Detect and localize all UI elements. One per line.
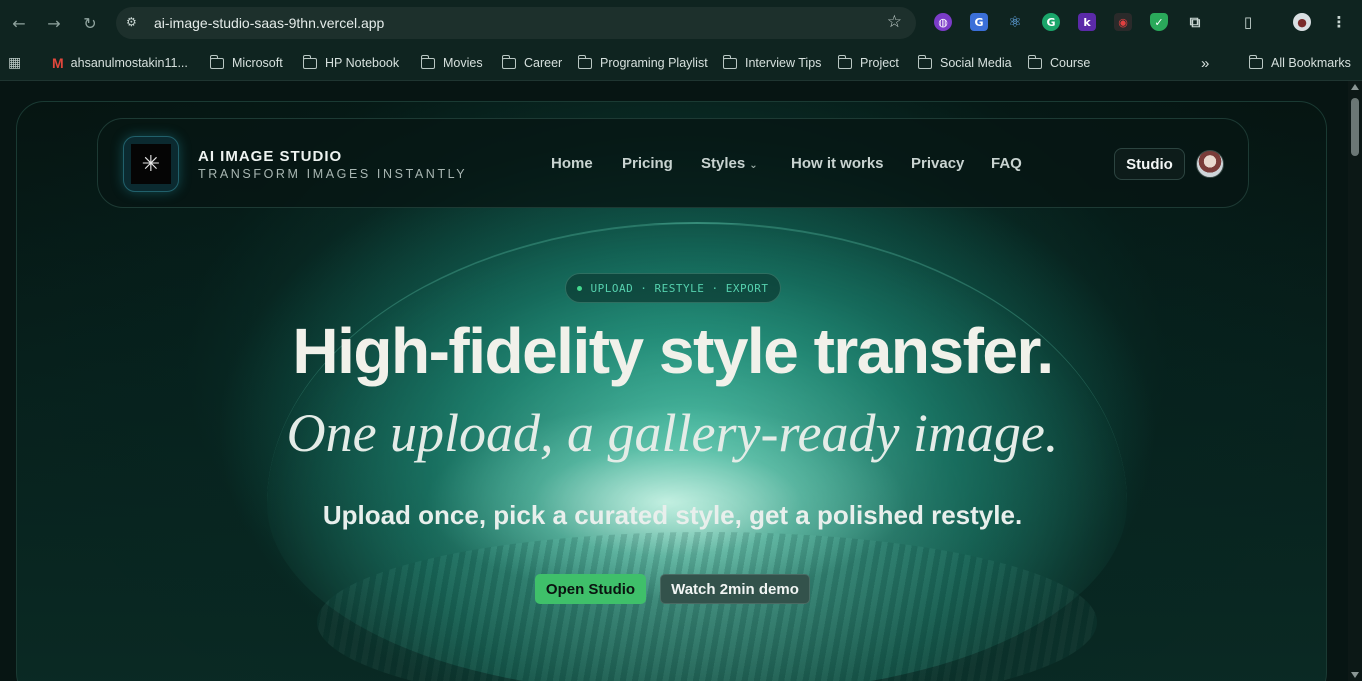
back-arrow-icon[interactable]: ← — [8, 12, 30, 34]
nav-styles-label: Styles — [701, 155, 746, 172]
nav-home[interactable]: Home — [551, 155, 593, 172]
watch-demo-button[interactable]: Watch 2min demo — [660, 574, 810, 604]
extension-k-icon[interactable]: k — [1078, 13, 1096, 31]
forward-arrow-icon[interactable]: → — [43, 12, 65, 34]
nav-faq[interactable]: FAQ — [991, 155, 1022, 172]
folder-icon — [209, 54, 224, 69]
scroll-up-arrow-icon[interactable] — [1351, 84, 1359, 90]
bookmark-course[interactable]: Course — [1027, 54, 1090, 72]
brand-logo[interactable]: ✳ — [123, 136, 179, 192]
bookmark-gmail[interactable]: M ahsanulmostakin11... — [52, 54, 188, 72]
bookmark-career[interactable]: Career — [501, 54, 562, 72]
folder-icon — [577, 54, 592, 69]
profile-avatar-icon[interactable]: ● — [1293, 13, 1311, 31]
feature-pill-text: UPLOAD · RESTYLE · EXPORT — [590, 281, 769, 295]
folder-icon — [722, 54, 737, 69]
user-avatar[interactable] — [1196, 150, 1224, 178]
extensions-puzzle-icon[interactable]: ⧉ — [1186, 13, 1204, 31]
bookmark-movies[interactable]: Movies — [420, 54, 483, 72]
page-viewport: ✳ AI IMAGE STUDIO TRANSFORM IMAGES INSTA… — [0, 81, 1362, 681]
hero-headline: High-fidelity style transfer. — [292, 315, 1054, 387]
open-studio-button[interactable]: Open Studio — [535, 574, 646, 604]
spider-icon: ✳ — [131, 144, 171, 184]
brand-title: AI IMAGE STUDIO — [198, 148, 343, 165]
apps-grid-icon[interactable]: ▦ — [8, 54, 21, 72]
hero-section: ✳ AI IMAGE STUDIO TRANSFORM IMAGES INSTA… — [16, 101, 1327, 681]
status-dot-icon — [577, 285, 583, 291]
folder-icon — [837, 54, 852, 69]
extension-shield-icon[interactable]: ✓ — [1150, 13, 1168, 31]
bookmark-programing-playlist[interactable]: Programing Playlist — [577, 54, 708, 72]
more-bookmarks-chevron-icon[interactable]: » — [1201, 54, 1209, 72]
nav-pricing[interactable]: Pricing — [622, 155, 673, 172]
bookmark-hp-notebook[interactable]: HP Notebook — [302, 54, 399, 72]
bookmark-interview-tips[interactable]: Interview Tips — [722, 54, 821, 72]
brand-subtitle: TRANSFORM IMAGES INSTANTLY — [198, 167, 468, 181]
page-scrollbar[interactable] — [1348, 81, 1362, 681]
folder-icon — [420, 54, 435, 69]
scroll-down-arrow-icon[interactable] — [1351, 672, 1359, 678]
extension-mask-icon[interactable]: ◉ — [1114, 13, 1132, 31]
feature-pill: UPLOAD · RESTYLE · EXPORT — [565, 273, 781, 303]
browser-toolbar: ← → ↻ ⚙ ai-image-studio-saas-9thn.vercel… — [0, 0, 1362, 45]
bookmark-project[interactable]: Project — [837, 54, 899, 72]
folder-icon — [1248, 54, 1263, 69]
nav-styles[interactable]: Styles ⌄ — [701, 155, 758, 172]
reading-mode-icon[interactable]: ▯ — [1239, 13, 1257, 31]
extension-grammarly-icon[interactable]: G — [1042, 13, 1060, 31]
folder-icon — [1027, 54, 1042, 69]
scroll-thumb[interactable] — [1351, 98, 1359, 156]
nav-how-it-works[interactable]: How it works — [791, 155, 884, 172]
studio-button[interactable]: Studio — [1114, 148, 1185, 180]
folder-icon — [302, 54, 317, 69]
extension-react-icon[interactable]: ⚛ — [1006, 13, 1024, 31]
extension-translate-icon[interactable]: G — [970, 13, 988, 31]
all-bookmarks[interactable]: All Bookmarks — [1248, 54, 1351, 72]
address-bar[interactable]: ⚙ ai-image-studio-saas-9thn.vercel.app ☆ — [116, 7, 916, 39]
bookmarks-bar: ▦ M ahsanulmostakin11... Microsoft HP No… — [0, 45, 1362, 81]
chevron-down-icon: ⌄ — [749, 160, 758, 171]
site-navbar: ✳ AI IMAGE STUDIO TRANSFORM IMAGES INSTA… — [97, 118, 1249, 208]
folder-icon — [917, 54, 932, 69]
bookmark-social-media[interactable]: Social Media — [917, 54, 1012, 72]
browser-menu-icon[interactable]: ⋮ — [1330, 13, 1348, 31]
bookmark-microsoft[interactable]: Microsoft — [209, 54, 283, 72]
extension-globe-icon[interactable]: ◍ — [934, 13, 952, 31]
url-text[interactable]: ai-image-studio-saas-9thn.vercel.app — [154, 15, 384, 31]
site-info-icon[interactable]: ⚙ — [126, 15, 142, 31]
folder-icon — [501, 54, 516, 69]
bookmark-star-icon[interactable]: ☆ — [887, 12, 902, 32]
gmail-icon: M — [52, 55, 64, 71]
nav-privacy[interactable]: Privacy — [911, 155, 964, 172]
reload-icon[interactable]: ↻ — [79, 12, 101, 34]
hero-lead: Upload once, pick a curated style, get a… — [322, 500, 1023, 530]
hero-subheadline: One upload, a gallery-ready image. — [286, 403, 1059, 463]
